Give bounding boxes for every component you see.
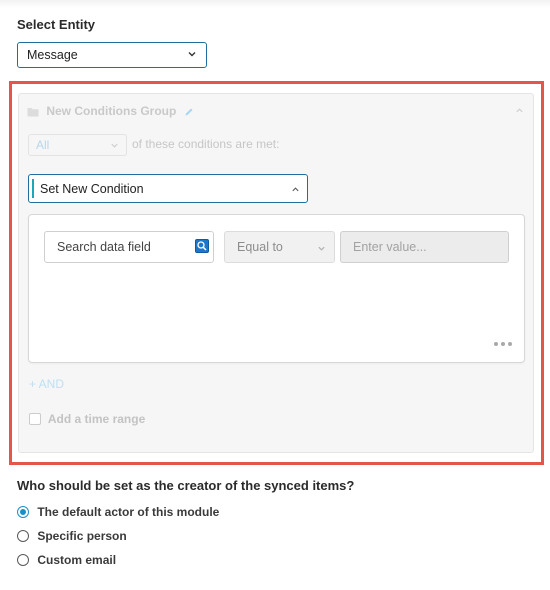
radio-label: Custom email <box>37 553 117 567</box>
radio-button[interactable] <box>17 554 29 566</box>
chevron-up-icon <box>292 187 299 192</box>
top-shadow <box>0 0 550 8</box>
radio-label: The default actor of this module <box>37 505 220 519</box>
search-icon[interactable] <box>195 239 209 253</box>
more-icon[interactable] <box>493 341 513 347</box>
radio-specific-person[interactable]: Specific person <box>17 529 127 543</box>
group-title[interactable]: New Conditions Group <box>46 104 176 118</box>
radio-custom-email[interactable]: Custom email <box>17 553 116 567</box>
value-input[interactable]: Enter value... <box>340 231 509 263</box>
select-entity-label: Select Entity <box>17 17 96 32</box>
chevron-up-icon[interactable] <box>515 106 524 115</box>
focus-bar <box>32 179 34 198</box>
chevron-down-icon <box>188 52 196 57</box>
radio-label: Specific person <box>37 529 127 543</box>
time-range-checkbox[interactable] <box>29 413 41 425</box>
entity-select-value: Message <box>27 48 78 62</box>
value-placeholder: Enter value... <box>353 240 427 254</box>
conditions-group: New Conditions Group All of these condit… <box>18 93 534 453</box>
match-mode-value: All <box>36 138 50 152</box>
radio-default-actor[interactable]: The default actor of this module <box>17 505 219 519</box>
condition-select-value: Set New Condition <box>40 182 144 196</box>
time-range-option[interactable]: Add a time range <box>29 412 145 426</box>
time-range-label: Add a time range <box>47 412 146 426</box>
group-header: New Conditions Group <box>27 104 194 118</box>
folder-icon <box>27 108 39 117</box>
radio-button[interactable] <box>17 530 29 542</box>
chevron-down-icon <box>318 246 325 251</box>
operator-select[interactable]: Equal to <box>224 231 335 263</box>
match-mode-select[interactable]: All <box>28 134 127 156</box>
operator-value: Equal to <box>237 240 283 254</box>
condition-card: Search data field Equal to Enter value..… <box>28 214 525 363</box>
condition-select[interactable]: Set New Condition <box>28 174 308 203</box>
entity-select[interactable]: Message <box>17 42 207 68</box>
radio-button[interactable] <box>17 506 29 518</box>
field-placeholder: Search data field <box>57 240 151 254</box>
creator-question: Who should be set as the creator of the … <box>17 478 355 493</box>
match-description: of these conditions are met: <box>132 137 280 151</box>
search-data-field-input[interactable]: Search data field <box>44 231 214 263</box>
add-and-link[interactable]: + AND <box>29 377 64 391</box>
chevron-down-icon <box>111 143 118 148</box>
pencil-icon[interactable] <box>184 107 194 117</box>
